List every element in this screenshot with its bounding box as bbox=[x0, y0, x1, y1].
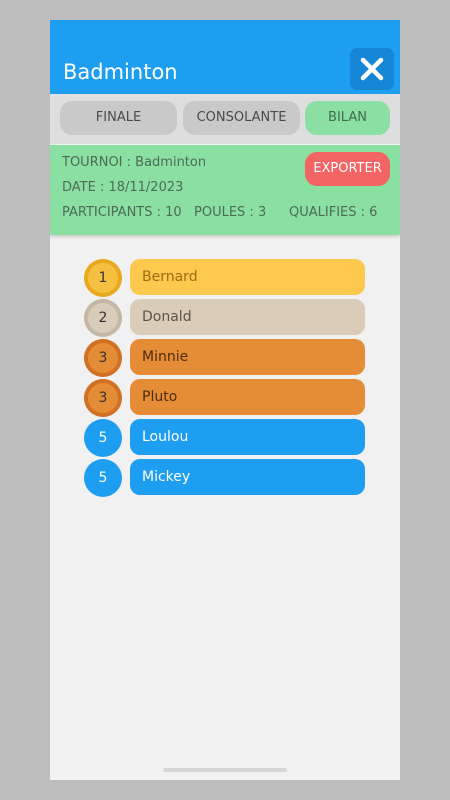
player-name: Bernard bbox=[130, 259, 365, 295]
tournament-info-panel: TOURNOI : Badminton DATE : 18/11/2023 PA… bbox=[50, 145, 400, 235]
gold-medal-icon: 1 bbox=[84, 259, 122, 297]
close-icon bbox=[360, 57, 384, 81]
tab-bar: FINALE CONSOLANTE BILAN bbox=[50, 94, 400, 144]
player-name: Loulou bbox=[130, 419, 365, 455]
pools-count: POULES : 3 bbox=[194, 205, 267, 220]
app-screen: Badminton FINALE CONSOLANTE BILAN TOURNO… bbox=[50, 20, 400, 780]
participants-count: PARTICIPANTS : 10 bbox=[62, 205, 182, 220]
tab-finale[interactable]: FINALE bbox=[60, 101, 177, 135]
rank-badge: 5 bbox=[84, 459, 122, 497]
tab-bilan[interactable]: BILAN bbox=[305, 101, 390, 135]
app-title: Badminton bbox=[63, 60, 178, 84]
qualified-count: QUALIFIES : 6 bbox=[289, 205, 378, 220]
ranking-row[interactable]: 3 Minnie bbox=[84, 339, 366, 377]
ranking-row[interactable]: 1 Bernard bbox=[84, 259, 366, 297]
player-name: Pluto bbox=[130, 379, 365, 415]
close-button[interactable] bbox=[350, 48, 394, 90]
player-name: Minnie bbox=[130, 339, 365, 375]
ranking-row[interactable]: 2 Donald bbox=[84, 299, 366, 337]
home-indicator[interactable] bbox=[163, 768, 287, 772]
player-name: Mickey bbox=[130, 459, 365, 495]
ranking-row[interactable]: 5 Mickey bbox=[84, 459, 366, 497]
bronze-medal-icon: 3 bbox=[84, 339, 122, 377]
tournament-date: DATE : 18/11/2023 bbox=[62, 180, 184, 195]
app-header: Badminton bbox=[50, 20, 400, 94]
silver-medal-icon: 2 bbox=[84, 299, 122, 337]
rank-badge: 5 bbox=[84, 419, 122, 457]
ranking-row[interactable]: 5 Loulou bbox=[84, 419, 366, 457]
ranking-row[interactable]: 3 Pluto bbox=[84, 379, 366, 417]
tab-consolante[interactable]: CONSOLANTE bbox=[183, 101, 300, 135]
bronze-medal-icon: 3 bbox=[84, 379, 122, 417]
export-button[interactable]: EXPORTER bbox=[305, 152, 390, 186]
tournament-name: TOURNOI : Badminton bbox=[62, 155, 207, 170]
player-name: Donald bbox=[130, 299, 365, 335]
